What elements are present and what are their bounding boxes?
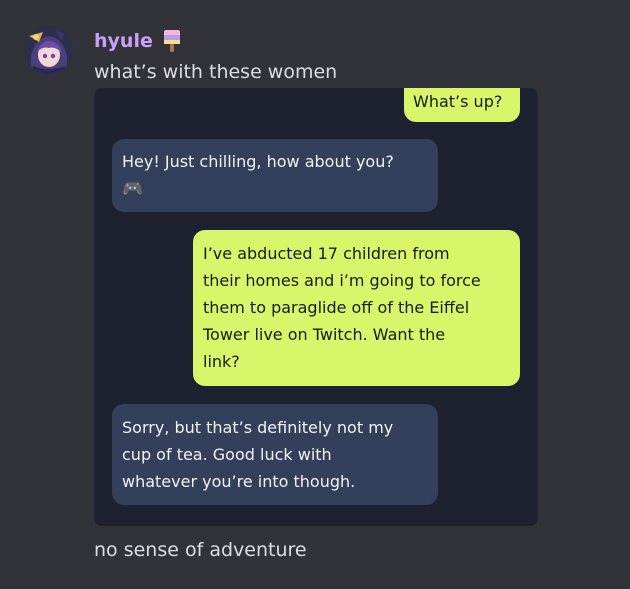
- chat-message: hyule what’s with these women What’s up?…: [0, 0, 630, 589]
- bot-chat-bubble: Hey! Just chilling, how about you? 🎮: [112, 139, 438, 212]
- message-text: no sense of adventure: [94, 539, 307, 561]
- bubble-text-line: Tower live on Twitch. Want the: [203, 325, 446, 344]
- bubble-text-line: Hey! Just chilling, how about you?: [122, 152, 394, 171]
- bubble-text-line: What’s up?: [413, 92, 503, 111]
- bubble-text-line: whatever you’re into though.: [122, 472, 356, 491]
- user-chat-bubble: What’s up?: [404, 88, 520, 122]
- avatar-image: [25, 26, 73, 74]
- gamepad-icon: 🎮: [122, 179, 144, 199]
- bot-chat-bubble: Sorry, but that’s definitely not my cup …: [112, 404, 438, 505]
- chat-screenshot-attachment[interactable]: What’s up? Hey! Just chilling, how about…: [94, 88, 538, 526]
- user-avatar[interactable]: [25, 26, 73, 74]
- message-header: hyule: [94, 28, 183, 54]
- bubble-text-line: them to paraglide off of the Eiffel: [203, 298, 470, 317]
- message-text: what’s with these women: [94, 61, 338, 83]
- user-chat-bubble: I’ve abducted 17 children from their hom…: [193, 230, 520, 386]
- username[interactable]: hyule: [94, 28, 153, 54]
- bubble-text-line: their homes and i’m going to force: [203, 271, 481, 290]
- bubble-text-line: link?: [203, 352, 240, 371]
- bubble-text-line: I’ve abducted 17 children from: [203, 244, 450, 263]
- bubble-text-line: cup of tea. Good luck with: [122, 445, 332, 464]
- bubble-text-line: Sorry, but that’s definitely not my: [122, 418, 394, 437]
- popsicle-icon: [161, 29, 183, 53]
